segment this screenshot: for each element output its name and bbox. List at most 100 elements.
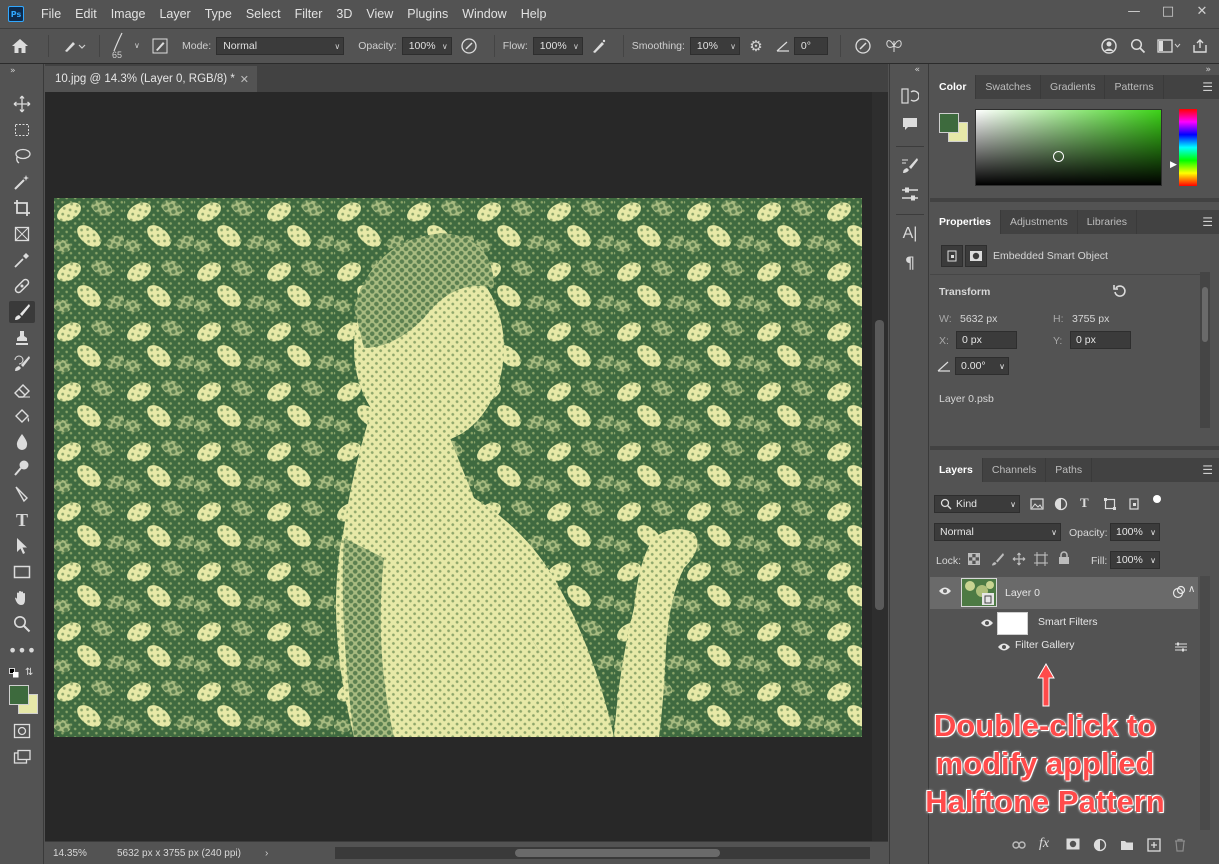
add-mask-icon[interactable] <box>1066 838 1080 853</box>
eraser-tool-icon[interactable] <box>9 379 35 401</box>
close-button[interactable]: ✕ <box>1185 0 1219 22</box>
workspace-icon[interactable] <box>1151 39 1187 53</box>
paragraph-panel-icon[interactable]: ¶ <box>900 252 920 272</box>
collapse-dock-icon[interactable]: « <box>914 65 920 75</box>
height-value[interactable]: 3755 px <box>1072 313 1109 325</box>
status-menu-chevron-icon[interactable]: › <box>265 848 268 859</box>
smart-filter-mask-thumbnail[interactable] <box>997 612 1028 635</box>
menu-type[interactable]: Type <box>198 7 239 21</box>
rotation-input[interactable]: 0.00° ∨ <box>955 357 1009 375</box>
lock-transparent-pixels-icon[interactable] <box>968 553 980 568</box>
lock-image-pixels-icon[interactable] <box>991 552 1005 569</box>
menu-plugins[interactable]: Plugins <box>400 7 455 21</box>
lock-artboard-icon[interactable] <box>1034 552 1048 569</box>
canvas-area[interactable] <box>45 92 872 841</box>
properties-scrollbar[interactable] <box>1200 272 1210 428</box>
blend-mode-select[interactable]: Normal ∨ <box>934 523 1061 541</box>
color-panel-foreground-swatch[interactable] <box>939 113 959 133</box>
type-tool-icon[interactable]: T <box>9 509 35 531</box>
marquee-tool-icon[interactable] <box>9 119 35 141</box>
vertical-scrollbar-thumb[interactable] <box>875 320 884 610</box>
character-panel-icon[interactable]: A| <box>900 224 920 244</box>
x-input[interactable]: 0 px <box>956 331 1017 349</box>
comments-panel-icon[interactable] <box>900 114 920 134</box>
smoothing-input[interactable]: 10% ∨ <box>689 37 740 55</box>
layer-0-name[interactable]: Layer 0 <box>1005 587 1040 599</box>
layers-panel-menu-icon[interactable]: ☰ <box>1202 463 1213 477</box>
search-icon[interactable] <box>1125 38 1151 54</box>
vertical-scrollbar[interactable] <box>872 92 888 841</box>
collapse-effects-chevron-icon[interactable]: ∧ <box>1188 584 1195 595</box>
adjustment-layer-filter-icon[interactable] <box>1054 497 1068 514</box>
tab-properties[interactable]: Properties <box>930 210 1001 234</box>
pressure-opacity-icon[interactable] <box>452 37 486 55</box>
collapse-panels-icon[interactable]: » <box>1205 65 1211 75</box>
horizontal-scrollbar[interactable] <box>335 847 870 859</box>
smart-filter-indicator-icon[interactable] <box>1172 585 1186 602</box>
gear-icon[interactable]: ⚙ <box>740 37 772 55</box>
brush-settings-panel-icon[interactable] <box>148 38 172 54</box>
move-tool-icon[interactable] <box>9 93 35 115</box>
link-layers-icon[interactable] <box>1012 840 1026 853</box>
tab-swatches[interactable]: Swatches <box>976 75 1041 99</box>
reset-transform-icon[interactable] <box>1113 284 1127 301</box>
frame-tool-icon[interactable] <box>9 223 35 245</box>
properties-panel-menu-icon[interactable]: ☰ <box>1202 215 1213 229</box>
screen-mode-icon[interactable] <box>9 746 35 768</box>
lock-position-icon[interactable] <box>1012 552 1026 569</box>
horizontal-scrollbar-thumb[interactable] <box>515 849 720 857</box>
opacity-input[interactable]: 100% ∨ <box>401 37 452 55</box>
flow-input[interactable]: 100% ∨ <box>532 37 583 55</box>
layers-scrollbar[interactable] <box>1200 576 1210 830</box>
fill-input[interactable]: 100% ∨ <box>1110 551 1160 569</box>
tab-patterns[interactable]: Patterns <box>1105 75 1164 99</box>
brush-preset-icon[interactable] <box>57 38 91 54</box>
menu-edit[interactable]: Edit <box>68 7 104 21</box>
history-brush-tool-icon[interactable] <box>9 353 35 375</box>
filter-toggle-icon[interactable] <box>1153 495 1161 503</box>
menu-file[interactable]: File <box>34 7 68 21</box>
airbrush-icon[interactable] <box>583 37 615 55</box>
menu-window[interactable]: Window <box>455 7 513 21</box>
adjustment-sliders-icon[interactable] <box>900 184 920 204</box>
quick-mask-icon[interactable] <box>9 720 35 742</box>
foreground-color-swatch[interactable] <box>9 685 29 705</box>
eyedropper-tool-icon[interactable] <box>9 249 35 271</box>
brush-tool-icon[interactable] <box>9 301 35 323</box>
crop-tool-icon[interactable] <box>9 197 35 219</box>
width-value[interactable]: 5632 px <box>960 313 997 325</box>
shape-layer-filter-icon[interactable] <box>1103 497 1117 514</box>
quick-selection-tool-icon[interactable] <box>9 171 35 193</box>
color-field[interactable] <box>975 109 1162 186</box>
new-layer-icon[interactable] <box>1147 838 1161 855</box>
menu-select[interactable]: Select <box>239 7 288 21</box>
symmetry-butterfly-icon[interactable] <box>877 38 911 54</box>
filter-gallery-label[interactable]: Filter Gallery <box>1015 639 1075 651</box>
tab-channels[interactable]: Channels <box>983 458 1047 482</box>
menu-3d[interactable]: 3D <box>329 7 359 21</box>
zoom-tool-icon[interactable] <box>9 613 35 635</box>
mode-select[interactable]: Normal ∨ <box>216 37 345 55</box>
path-selection-tool-icon[interactable] <box>9 535 35 557</box>
new-adjustment-layer-icon[interactable] <box>1093 838 1107 855</box>
lasso-tool-icon[interactable] <box>9 145 35 167</box>
swap-colors-icon[interactable]: ⇅ <box>25 667 33 678</box>
smart-object-filter-icon[interactable] <box>1127 497 1141 514</box>
pixel-layer-filter-icon[interactable] <box>1030 497 1044 514</box>
share-icon[interactable] <box>1187 38 1213 54</box>
close-document-icon[interactable]: ✕ <box>240 73 249 86</box>
menu-layer[interactable]: Layer <box>152 7 197 21</box>
dodge-tool-icon[interactable] <box>9 457 35 479</box>
tab-paths[interactable]: Paths <box>1046 458 1093 482</box>
hand-tool-icon[interactable] <box>9 587 35 609</box>
tab-libraries[interactable]: Libraries <box>1078 210 1137 234</box>
blur-tool-icon[interactable] <box>9 431 35 453</box>
new-group-folder-icon[interactable] <box>1120 839 1134 854</box>
brush-size-picker[interactable]: 65 ∨ <box>108 29 144 63</box>
document-tab[interactable]: 10.jpg @ 14.3% (Layer 0, RGB/8) * ✕ <box>45 66 257 92</box>
layer-opacity-input[interactable]: 100% ∨ <box>1110 523 1160 541</box>
rectangle-tool-icon[interactable] <box>9 561 35 583</box>
menu-view[interactable]: View <box>359 7 400 21</box>
default-colors-icon[interactable] <box>9 668 19 678</box>
home-icon[interactable] <box>0 38 40 54</box>
